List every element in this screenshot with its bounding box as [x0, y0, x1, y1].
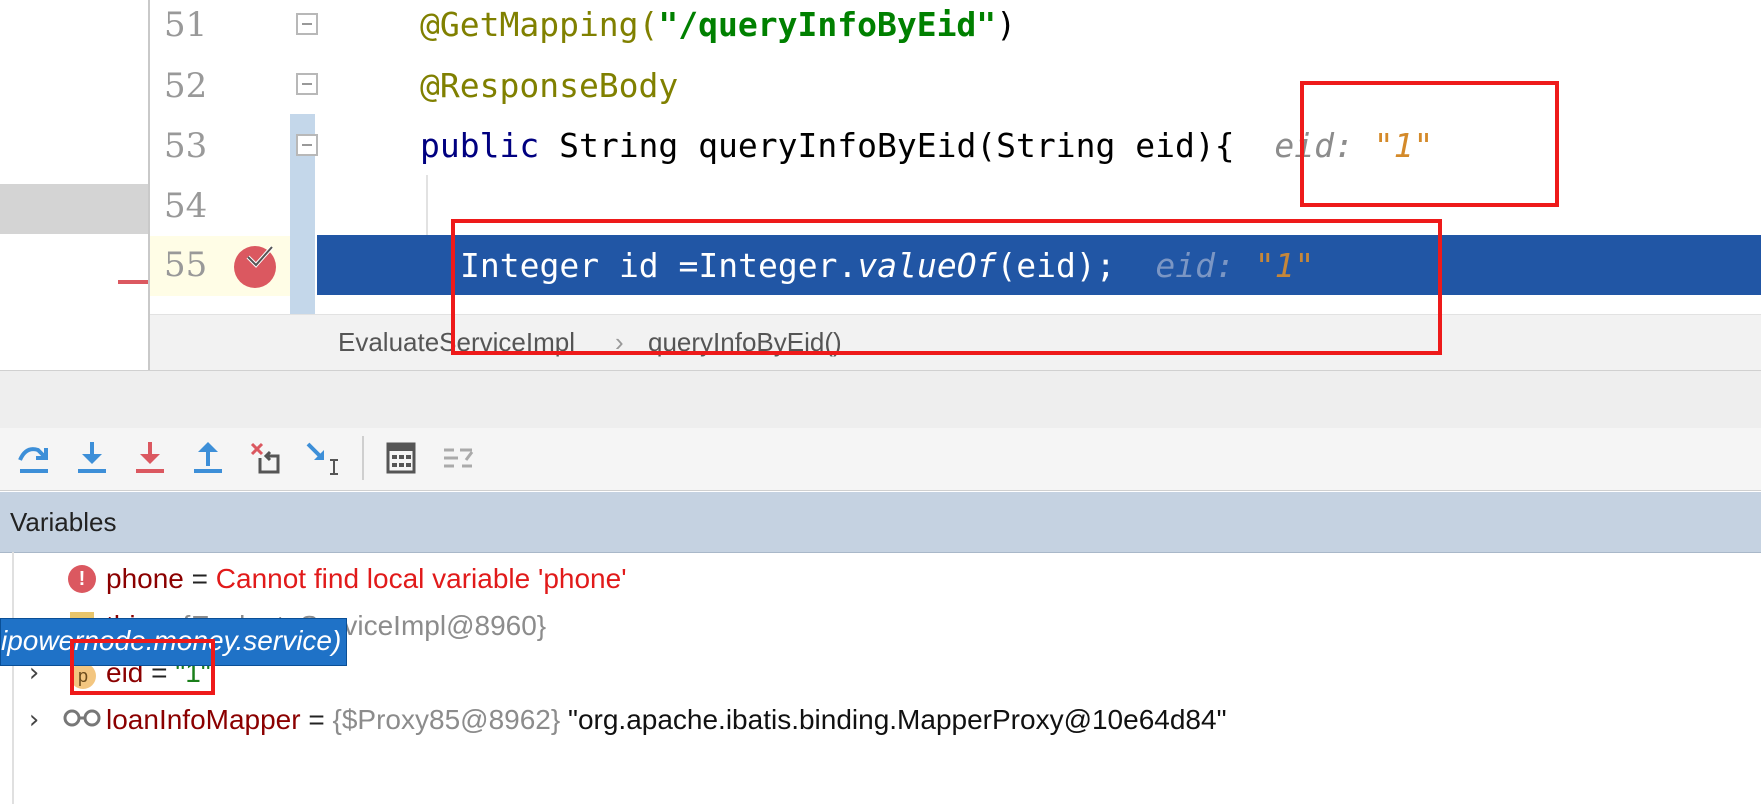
variables-tree-line [12, 552, 14, 804]
variables-title: Variables [10, 507, 117, 537]
highlight-box-exec-line [451, 219, 1442, 355]
code-line-52[interactable]: @ResponseBody [420, 55, 678, 116]
expand-chevron-icon[interactable]: › [26, 697, 42, 743]
step-into-icon[interactable] [72, 438, 112, 478]
trace-current-stream-icon[interactable] [438, 438, 478, 478]
variable-string-value: "org.apache.ibatis.binding.MapperProxy@1… [568, 704, 1227, 735]
run-to-cursor-icon[interactable] [304, 438, 344, 478]
force-step-into-icon[interactable] [130, 438, 170, 478]
variable-value: {$Proxy85@8962} [332, 704, 561, 735]
fold-marker-icon[interactable] [296, 134, 318, 156]
line-number-54: 54 [164, 186, 208, 226]
variables-header [0, 492, 1761, 553]
execution-marker [118, 280, 148, 284]
variable-row-loaninfomapper[interactable]: loanInfoMapper = {$Proxy85@8962} "org.ap… [106, 697, 1227, 743]
error-icon: ! [68, 565, 96, 593]
editor-left-strip-highlight [0, 184, 148, 234]
variable-row-phone[interactable]: phone = Cannot find local variable 'phon… [106, 556, 627, 602]
highlight-box-eid [70, 639, 215, 695]
panel-divider[interactable] [0, 370, 1761, 430]
exec-line-left-edge [316, 235, 317, 295]
watch-glasses-icon [63, 709, 101, 727]
line-number-55: 55 [164, 245, 208, 285]
variable-error-value: Cannot find local variable 'phone' [215, 563, 627, 594]
annotation-responsebody: @ResponseBody [420, 66, 679, 105]
code-line-51[interactable]: @GetMapping("/queryInfoByEid") [420, 0, 1016, 55]
annotation-getmapping: @GetMapping( [420, 5, 659, 44]
breakpoint-check-icon [246, 245, 274, 268]
mapping-path-string: "/queryInfoByEid" [658, 5, 997, 44]
evaluate-expression-icon[interactable] [380, 438, 420, 478]
variable-name: loanInfoMapper [106, 704, 301, 735]
step-over-icon[interactable] [14, 438, 54, 478]
highlight-box-hint [1300, 81, 1559, 207]
variable-name: phone [106, 563, 184, 594]
line-number-51: 51 [164, 5, 208, 45]
keyword-public: public [420, 126, 540, 165]
fold-marker-icon[interactable] [296, 13, 318, 35]
toolbar-separator [362, 436, 364, 480]
line-number-52: 52 [164, 66, 208, 106]
code-line-53[interactable]: public String queryInfoByEid(String eid)… [420, 115, 1433, 176]
method-signature: String queryInfoByEid(String eid){ [539, 126, 1235, 165]
line-number-53: 53 [164, 126, 208, 166]
drop-frame-icon[interactable] [246, 438, 286, 478]
paren-close: ) [996, 5, 1017, 44]
fold-marker-icon[interactable] [296, 73, 318, 95]
step-out-icon[interactable] [188, 438, 228, 478]
